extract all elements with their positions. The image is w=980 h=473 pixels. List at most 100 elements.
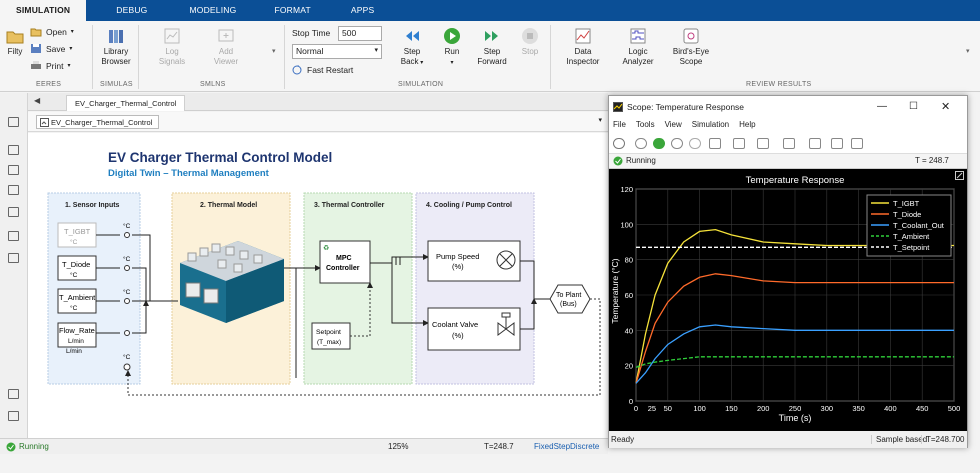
save-button[interactable]: Save ▾ — [30, 43, 72, 54]
stop-icon — [522, 28, 538, 44]
run-button[interactable]: Run ▾ — [438, 27, 466, 68]
x-tick-label: 150 — [725, 404, 738, 413]
fast-restart-label: Fast Restart — [307, 65, 354, 75]
edit-icon[interactable] — [851, 138, 863, 149]
file-button-label: Filty — [7, 47, 23, 56]
birds-eye-scope-button[interactable]: Bird's-Eye Scope — [668, 27, 714, 67]
fast-restart-icon — [292, 65, 302, 75]
scope-state: Running — [626, 156, 656, 165]
pan-icon[interactable] — [733, 138, 745, 149]
model-canvas[interactable]: EV Charger Thermal Control Model Digital… — [28, 133, 608, 438]
breadcrumb-dropdown-icon[interactable]: ▾ — [598, 116, 602, 124]
add-viewer-button[interactable]: Add Viewer — [206, 27, 246, 67]
zoom-icon[interactable] — [757, 138, 769, 149]
valve-label-1: Coolant Valve — [432, 320, 478, 329]
document-tab[interactable]: EV_Charger_Thermal_Control — [66, 95, 186, 111]
library-browser-button[interactable]: Library Browser — [98, 27, 134, 67]
tab-simulation[interactable]: SIMULATION — [0, 0, 87, 21]
menu-file[interactable]: File — [613, 120, 626, 134]
menu-simulation[interactable]: Simulation — [692, 120, 729, 134]
sensor-name: T_Diode — [62, 260, 90, 269]
file-button[interactable]: Filty — [4, 27, 26, 57]
tab-debug[interactable]: DEBUG — [100, 0, 163, 21]
step-back-button[interactable]: Step Back ▾ — [396, 27, 428, 68]
zoom-icon[interactable] — [8, 145, 19, 155]
scope-time: T = 248.7 — [915, 156, 949, 165]
stack-icon[interactable] — [8, 411, 19, 421]
data-inspector-button[interactable]: Data Inspector — [564, 27, 602, 67]
menu-tools[interactable]: Tools — [636, 120, 655, 134]
sensor-name: T_Ambient — [59, 293, 96, 302]
model-icon — [40, 118, 49, 127]
sensor-block-t-diode[interactable]: T_Diode °C — [57, 255, 97, 281]
pump-speed-block[interactable]: Pump Speed (%) — [427, 240, 521, 282]
coolant-valve-block[interactable]: Coolant Valve (%) — [427, 307, 521, 351]
sensor-unit: L/min — [68, 338, 84, 345]
triggers-icon[interactable] — [831, 138, 843, 149]
sensor-block-t-ambient[interactable]: T_Ambient °C — [57, 288, 97, 314]
annotation-icon[interactable] — [8, 185, 19, 195]
fit-view-icon[interactable] — [8, 165, 19, 175]
area-icon[interactable] — [8, 231, 19, 241]
tab-apps[interactable]: APPS — [335, 0, 390, 21]
open-button[interactable]: Open ▾ — [30, 26, 74, 37]
step-back-icon[interactable] — [635, 138, 647, 149]
layers-icon[interactable] — [8, 389, 19, 399]
stop-button[interactable]: Stop — [518, 27, 542, 57]
log-signals-icon — [164, 28, 180, 44]
tab-format[interactable]: FORMAT — [258, 0, 326, 21]
image-icon[interactable] — [8, 207, 19, 217]
setpoint-block[interactable]: Setpoint (T_max) — [311, 322, 351, 350]
fast-restart-button[interactable]: Fast Restart — [292, 65, 353, 75]
step-forward-icon[interactable] — [671, 138, 683, 149]
autoscale-icon[interactable] — [809, 138, 821, 149]
status-state: Running — [19, 442, 49, 451]
data-inspector-label-1: Data — [574, 47, 592, 56]
pump-label-1: Pump Speed — [436, 252, 479, 261]
logic-analyzer-icon — [630, 28, 646, 44]
print-button[interactable]: Print ▾ — [30, 60, 71, 71]
property-icon[interactable] — [8, 253, 19, 263]
tab-modeling[interactable]: MODELING — [174, 0, 253, 21]
library-browser-label-2: Browser — [101, 57, 131, 66]
scope-plot-area[interactable]: Temperature Response Time (s) Temperatur… — [609, 169, 967, 431]
step-forward-button[interactable]: Step Forward — [474, 27, 510, 67]
prepare-expand-icon[interactable]: ▾ — [272, 47, 276, 55]
model-toggle-icon[interactable]: ◀ — [34, 96, 40, 105]
cursor-measure-icon[interactable] — [783, 138, 795, 149]
simulation-mode-select[interactable]: Normal ▾ — [292, 44, 382, 59]
close-icon[interactable]: ✕ — [941, 96, 950, 118]
x-tick-label: 300 — [821, 404, 834, 413]
ribbon-toolbar: Filty Open ▾ Save ▾ Print ▾ EERES Library B… — [0, 21, 980, 92]
model-browser-strip — [0, 93, 28, 438]
review-expand-icon[interactable]: ▾ — [966, 47, 970, 55]
settings-icon[interactable] — [613, 138, 625, 149]
log-signals-button[interactable]: Log Signals — [152, 27, 192, 67]
menu-help[interactable]: Help — [739, 120, 755, 134]
expand-icon[interactable] — [955, 171, 964, 180]
birds-eye-label-2: Scope — [679, 57, 703, 66]
mpc-gear-icon: ♻ — [323, 245, 329, 252]
logic-analyzer-button[interactable]: Logic Analyzer — [618, 27, 658, 67]
flow-rate-label: L/min — [66, 348, 82, 355]
add-viewer-label-2: Viewer — [213, 57, 239, 66]
maximize-icon[interactable]: ☐ — [909, 96, 918, 118]
mpc-controller-block[interactable]: MPC Controller ♻ — [319, 240, 371, 284]
highlight-icon[interactable] — [709, 138, 721, 149]
y-tick-label: 80 — [625, 256, 633, 265]
controller-section-title: 3. Thermal Controller — [314, 202, 385, 209]
y-tick-label: 120 — [620, 185, 633, 194]
sensor-block-t-igbt[interactable]: T_IGBT °C — [57, 222, 97, 248]
stop-time-input[interactable]: 500 — [338, 26, 382, 41]
hide-browser-icon[interactable] — [8, 117, 19, 127]
save-icon — [31, 44, 41, 53]
to-plant-port[interactable]: To Plant (Bus) — [549, 284, 591, 314]
menu-view[interactable]: View — [665, 120, 682, 134]
minimize-icon[interactable]: — — [877, 96, 887, 118]
breadcrumb[interactable]: EV_Charger_Thermal_Control — [36, 115, 160, 129]
stop-icon[interactable] — [689, 138, 701, 149]
sensor-block-flow-rate[interactable]: Flow_Rate L/min — [57, 322, 97, 348]
run-icon[interactable] — [653, 138, 665, 149]
step-forward-label-2: Forward — [477, 57, 507, 66]
scope-toolbar — [609, 134, 967, 154]
